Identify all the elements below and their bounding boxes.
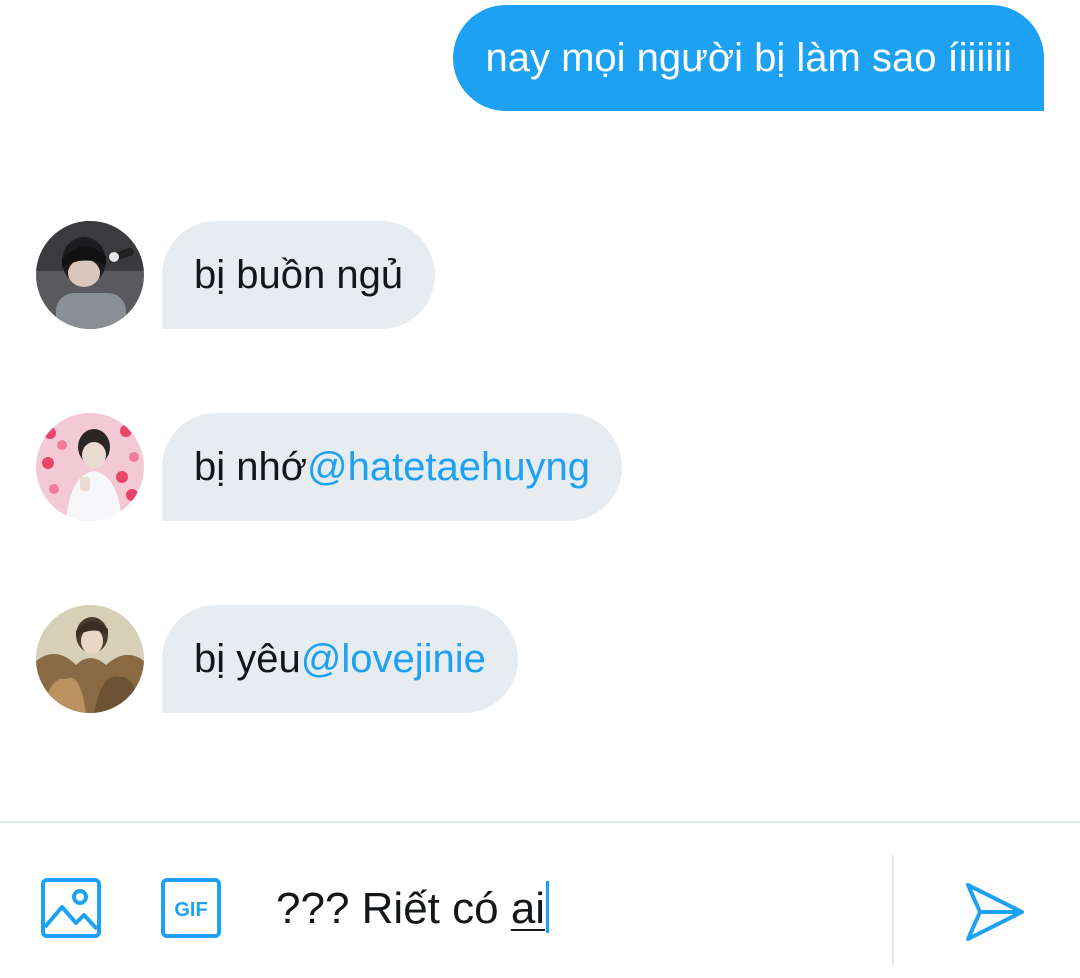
send-button[interactable] [960,877,1030,947]
dm-conversation-screen: nay mọi người bị làm sao íiiiiii bị buồn… [0,0,1080,978]
image-icon [41,878,101,938]
composer-divider [892,855,894,965]
message-text: nay mọi người bị làm sao íiiiiii [485,35,1012,80]
incoming-message: bị buồn ngủ [36,221,436,329]
user-avatar-icon[interactable] [36,605,144,713]
add-media-button[interactable] [40,877,102,939]
incoming-message-bubble[interactable]: bị nhớ @hatetaehuyng [162,413,623,521]
gif-label: GIF [174,899,207,921]
incoming-message-bubble[interactable]: bị yêu @lovejinie [162,605,518,713]
add-gif-button[interactable]: GIF [160,877,222,939]
incoming-message: bị yêu @lovejinie [36,605,518,713]
incoming-message: bị nhớ @hatetaehuyng [36,413,623,521]
gif-icon: GIF [161,878,221,938]
message-input-text: ??? Riết có [276,884,511,933]
message-text: bị yêu [194,636,301,681]
message-list[interactable]: nay mọi người bị làm sao íiiiiii bị buồn… [0,0,1080,822]
user-avatar-icon[interactable] [36,221,144,329]
message-input-composing-text: ai [510,884,546,933]
message-input[interactable]: ??? Riết có ai [276,881,550,937]
message-composer: GIF ??? Riết có ai [0,821,1080,978]
mention-link[interactable]: @lovejinie [301,637,486,682]
user-avatar-icon[interactable] [36,413,144,521]
send-icon [966,883,1024,941]
message-text: bị nhớ [194,444,307,489]
message-text: bị buồn ngủ [194,252,404,297]
outgoing-message-bubble[interactable]: nay mọi người bị làm sao íiiiiii [453,5,1044,111]
mention-link[interactable]: @hatetaehuyng [307,445,590,490]
text-caret [546,881,550,933]
incoming-message-bubble[interactable]: bị buồn ngủ [162,221,436,329]
